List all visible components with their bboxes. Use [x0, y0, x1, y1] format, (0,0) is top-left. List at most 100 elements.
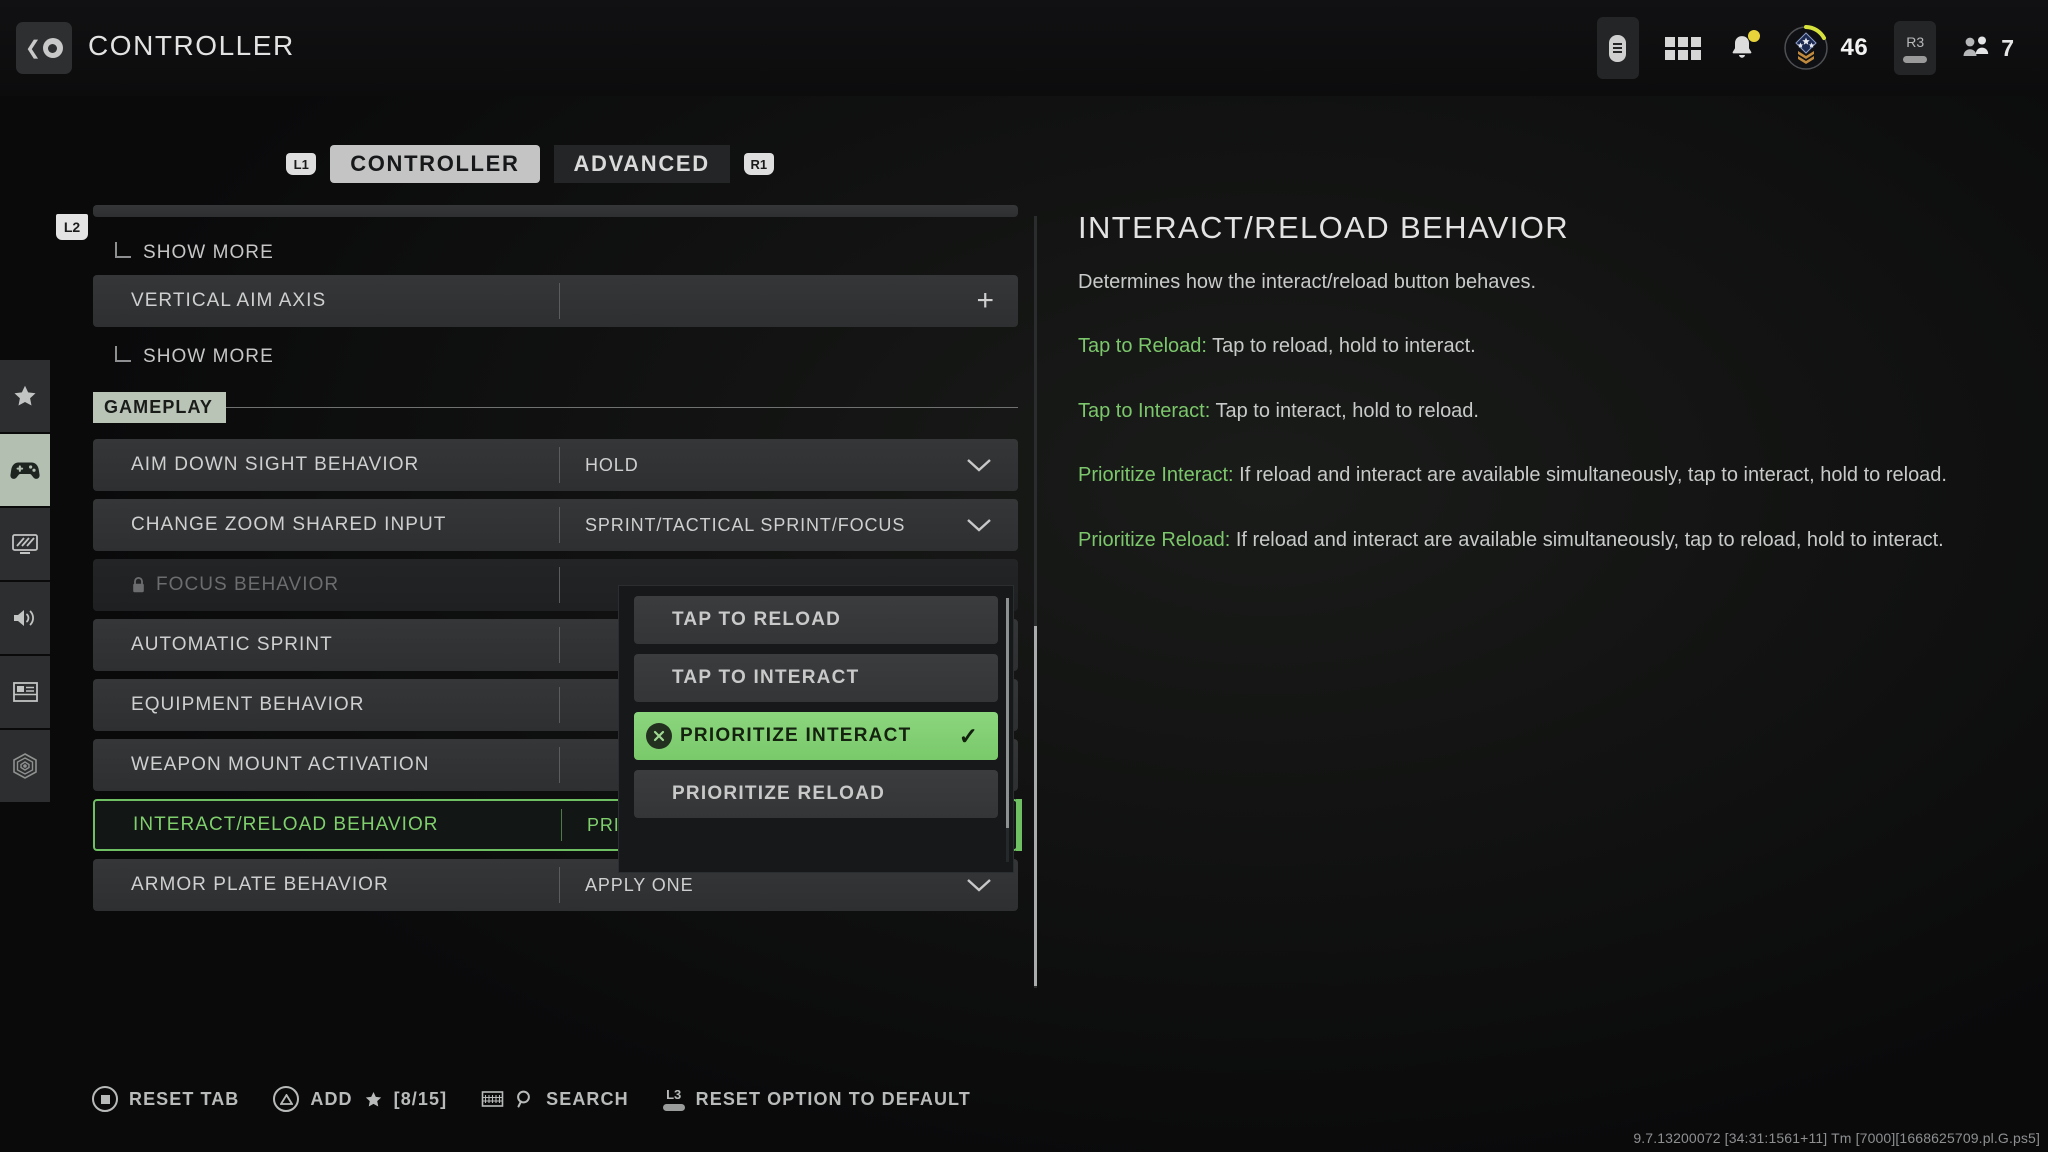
- action-add-favorite[interactable]: ADD [8/15]: [273, 1086, 447, 1112]
- l3-stick-icon: L3: [662, 1088, 685, 1111]
- star-icon: [365, 1091, 381, 1106]
- action-label: SEARCH: [546, 1088, 629, 1109]
- notification-dot: [1747, 30, 1760, 42]
- dropdown-option-label: TAP TO RELOAD: [672, 609, 842, 630]
- back-circle-icon: [42, 38, 63, 58]
- info-entry-term: Tap to Interact:: [1078, 399, 1211, 422]
- action-search[interactable]: SEARCH: [481, 1089, 629, 1110]
- dropdown-option-prioritize-reload[interactable]: PRIORITIZE RELOAD: [634, 770, 998, 818]
- row-value: SPRINT/TACTICAL SPRINT/FOCUS: [585, 514, 906, 535]
- row-label: AUTOMATIC SPRINT: [131, 634, 333, 655]
- info-entry-desc: Tap to interact, hold to reload.: [1210, 399, 1479, 422]
- dropdown-option-tap-to-reload[interactable]: TAP TO RELOAD: [634, 596, 998, 644]
- info-entry-desc: If reload and interact are available sim…: [1233, 464, 1947, 487]
- list-scrollbar-thumb[interactable]: [1034, 626, 1037, 986]
- row-label: VERTICAL AIM AXIS: [131, 290, 327, 311]
- gamepad-icon: [10, 462, 40, 479]
- category-rail: [0, 360, 50, 804]
- lock-icon: [131, 576, 146, 594]
- layout-icon: [12, 682, 38, 702]
- rank-display[interactable]: 46: [1783, 25, 1869, 71]
- row-divider: [559, 447, 560, 483]
- l2-bumper-hint: L2: [56, 214, 88, 240]
- chevron-down-icon[interactable]: [966, 517, 992, 533]
- monitor-icon: [12, 534, 38, 554]
- interact-reload-dropdown: TAP TO RELOAD TAP TO INTERACT PRIORITIZE…: [618, 585, 1014, 873]
- row-divider: [559, 747, 560, 783]
- grid-apps-icon[interactable]: [1664, 36, 1701, 60]
- plus-icon[interactable]: +: [976, 286, 994, 316]
- section-rule: [226, 406, 1018, 408]
- dropdown-scrollbar-thumb[interactable]: [1006, 598, 1009, 828]
- dropdown-option-tap-to-interact[interactable]: TAP TO INTERACT: [634, 654, 998, 702]
- row-label: AIM DOWN SIGHT BEHAVIOR: [131, 454, 420, 475]
- row-change-zoom-shared-input[interactable]: CHANGE ZOOM SHARED INPUT SPRINT/TACTICAL…: [93, 499, 1018, 551]
- sidebar-item-audio[interactable]: [0, 582, 50, 654]
- r3-label: R3: [1906, 33, 1925, 50]
- party-display[interactable]: 7: [1962, 34, 2014, 62]
- dropdown-option-prioritize-interact[interactable]: PRIORITIZE INTERACT ✓: [634, 712, 998, 760]
- favorite-count: [8/15]: [393, 1088, 448, 1109]
- chevron-down-icon[interactable]: [966, 877, 992, 893]
- info-title: INTERACT/RELOAD BEHAVIOR: [1078, 210, 1570, 245]
- party-icon: [1963, 36, 1989, 56]
- row-label: CHANGE ZOOM SHARED INPUT: [131, 514, 447, 535]
- magnifier-icon: [517, 1090, 531, 1108]
- tab-controller[interactable]: CONTROLLER: [330, 145, 540, 183]
- row-divider: [559, 687, 560, 723]
- info-summary: Determines how the interact/reload butto…: [1078, 271, 1537, 293]
- r3-button[interactable]: R3: [1894, 21, 1937, 75]
- ps-triangle-button-icon: [273, 1086, 300, 1112]
- back-button[interactable]: ❮: [16, 22, 72, 74]
- notifications-button[interactable]: [1727, 30, 1760, 64]
- hud-cluster: 46 R3 7: [1596, 16, 2014, 80]
- speaker-icon: [14, 610, 34, 626]
- chevron-down-icon[interactable]: [966, 457, 992, 473]
- info-entry-prioritize-interact: Prioritize Interact: If reload and inter…: [1078, 461, 1978, 489]
- r1-bumper-hint: R1: [743, 153, 774, 175]
- action-label: RESET TAB: [129, 1088, 240, 1109]
- info-panel: INTERACT/RELOAD BEHAVIOR Determines how …: [1078, 210, 1978, 554]
- section-label: GAMEPLAY: [93, 391, 226, 423]
- sub-row-label: SHOW MORE: [143, 346, 274, 367]
- sidebar-item-favorites[interactable]: [0, 360, 50, 432]
- row-divider: [559, 283, 560, 319]
- sidebar-item-controller[interactable]: [0, 434, 50, 506]
- touchpad-button[interactable]: [1596, 17, 1639, 79]
- sub-row-label: SHOW MORE: [143, 242, 274, 263]
- page-title: CONTROLLER: [88, 30, 295, 61]
- controller-settings-screen: ❮ CONTROLLER 46 R3 7 L1 CONTROLLER ADVAN…: [0, 0, 2048, 1152]
- sidebar-item-graphics[interactable]: [0, 508, 50, 580]
- row-label-text: FOCUS BEHAVIOR: [156, 574, 340, 595]
- elbow-icon: [115, 346, 131, 362]
- row-aim-down-sight-behavior[interactable]: AIM DOWN SIGHT BEHAVIOR HOLD: [93, 439, 1018, 491]
- show-more-row-top[interactable]: SHOW MORE: [93, 231, 1018, 275]
- dropdown-option-label: PRIORITIZE INTERACT: [680, 725, 912, 746]
- action-reset-option-to-default[interactable]: L3 RESET OPTION TO DEFAULT: [662, 1088, 971, 1111]
- sidebar-item-interface[interactable]: [0, 656, 50, 728]
- check-icon: ✓: [958, 722, 978, 749]
- sidebar-item-network[interactable]: [0, 730, 50, 802]
- show-more-row-bottom[interactable]: SHOW MORE: [93, 335, 1018, 379]
- info-entry-term: Prioritize Interact:: [1078, 464, 1234, 487]
- elbow-icon: [115, 242, 131, 258]
- dropdown-option-label: TAP TO INTERACT: [672, 667, 860, 688]
- info-entry-term: Tap to Reload:: [1078, 335, 1207, 358]
- tab-bar: L1 CONTROLLER ADVANCED R1: [0, 145, 1060, 183]
- tab-advanced[interactable]: ADVANCED: [553, 145, 730, 183]
- row-vertical-aim-axis[interactable]: VERTICAL AIM AXIS +: [93, 275, 1018, 327]
- action-reset-tab[interactable]: RESET TAB: [92, 1086, 239, 1112]
- info-entry-tap-to-interact: Tap to Interact: Tap to interact, hold t…: [1078, 397, 1978, 425]
- ps-square-button-icon: [92, 1086, 118, 1112]
- row-label: INTERACT/RELOAD BEHAVIOR: [133, 814, 439, 835]
- info-entry-prioritize-reload: Prioritize Reload: If reload and interac…: [1078, 526, 1978, 554]
- table-row-clipped[interactable]: [93, 205, 1018, 217]
- row-divider: [559, 507, 560, 543]
- bottom-bar: RESET TAB ADD [8/15] SEARCH L3 RESET OPT…: [0, 1070, 2048, 1152]
- row-divider: [559, 867, 560, 903]
- dropdown-option-label: PRIORITIZE RELOAD: [672, 783, 886, 804]
- rank-badge-icon: [1783, 25, 1829, 71]
- cross-button-icon: [646, 723, 672, 749]
- list-scrollbar-track[interactable]: [1034, 216, 1037, 988]
- party-count: 7: [2001, 34, 2014, 61]
